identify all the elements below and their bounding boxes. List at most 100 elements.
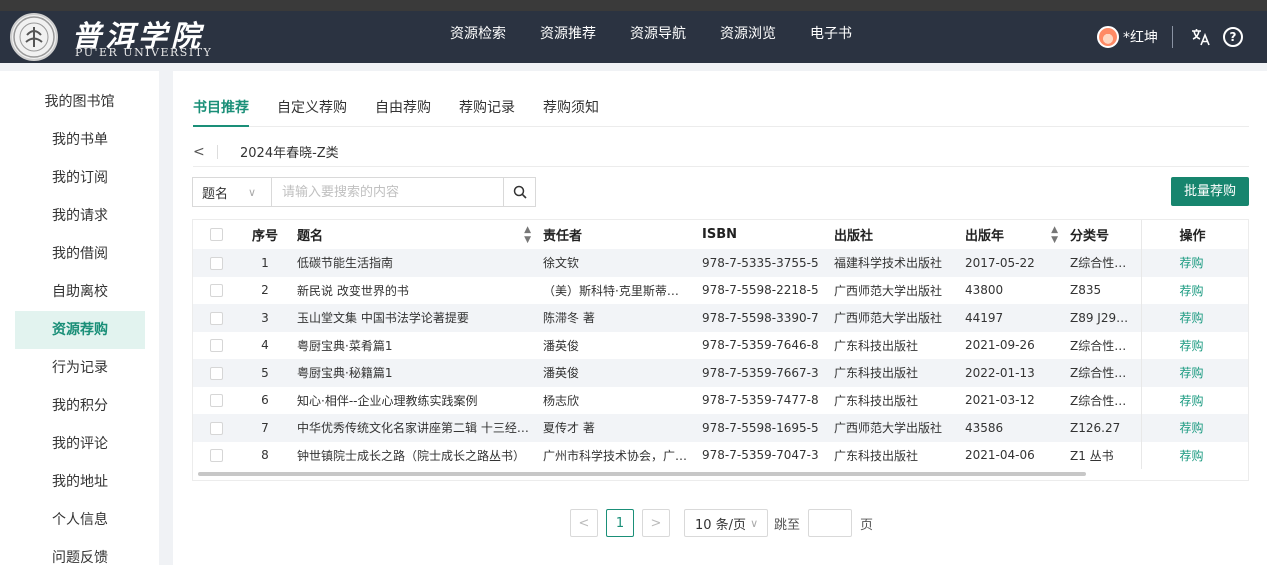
cell-action: 荐购 (1140, 249, 1248, 277)
sort-icon[interactable]: ▲ ▼ (524, 225, 531, 245)
sidebar-item-my-requests[interactable]: 我的请求 (15, 197, 145, 235)
col-header-title-label: 题名 (297, 228, 324, 244)
sidebar-item-resource-purchase[interactable]: 资源荐购 (15, 311, 145, 349)
cell-class: Z综合性图书 (1070, 393, 1139, 408)
table-row: 3 玉山堂文集 中国书法学论著提要 陈滞冬 著 978-7-5598-3390-7 广西… (193, 304, 1248, 332)
prev-page-button[interactable]: < (570, 509, 598, 537)
col-header-title[interactable]: 题名 ▲ ▼ (291, 220, 537, 249)
purchase-link[interactable]: 荐购 (1180, 366, 1204, 380)
table-row: 6 知心·相伴--企业心理教练实践案例 杨志欣 978-7-5359-7477-8 广东… (193, 386, 1248, 415)
purchase-link[interactable]: 荐购 (1180, 449, 1204, 463)
cell-isbn: 978-7-5598-2218-5 (702, 283, 819, 298)
page-button-current[interactable]: 1 (606, 509, 634, 537)
nav-resource-recommend[interactable]: 资源推荐 (540, 11, 596, 63)
translate-icon[interactable] (1191, 28, 1211, 46)
cell-title: 知心·相伴--企业心理教练实践案例 (297, 393, 478, 408)
sidebar-item-my-points[interactable]: 我的积分 (15, 387, 145, 425)
nav-ebook[interactable]: 电子书 (810, 11, 852, 63)
logo-subtitle: PU'ER UNIVERSITY (75, 46, 213, 59)
nav-resource-guide[interactable]: 资源导航 (630, 11, 686, 63)
row-checkbox[interactable] (193, 414, 239, 442)
row-checkbox[interactable] (193, 304, 239, 332)
col-header-year[interactable]: 出版年 ▲ ▼ (959, 220, 1064, 249)
row-checkbox[interactable] (193, 387, 239, 415)
row-checkbox[interactable] (193, 277, 239, 305)
sort-icon[interactable]: ▲ ▼ (1051, 225, 1058, 245)
cell-index: 8 (261, 448, 269, 463)
sidebar-item-my-borrowing[interactable]: 我的借阅 (15, 235, 145, 273)
batch-purchase-button[interactable]: 批量荐购 (1171, 177, 1249, 206)
top-header: 普洱学院 PU'ER UNIVERSITY 资源检索 资源推荐 资源导航 资源浏… (0, 11, 1267, 63)
chevron-down-icon: ∨ (248, 185, 257, 199)
purchase-link[interactable]: 荐购 (1180, 311, 1204, 325)
sidebar-item-personal-info[interactable]: 个人信息 (15, 501, 145, 539)
cell-title: 低碳节能生活指南 (297, 256, 394, 271)
cell-year: 44197 (965, 310, 1004, 325)
search-icon[interactable] (503, 178, 535, 206)
sidebar-item-my-address[interactable]: 我的地址 (15, 463, 145, 501)
sidebar-item-my-comments[interactable]: 我的评论 (15, 425, 145, 463)
search-input[interactable] (272, 178, 503, 206)
cell-publisher: 广东科技出版社 (834, 338, 919, 353)
sidebar-item-my-subscription[interactable]: 我的订阅 (15, 159, 145, 197)
purchase-link[interactable]: 荐购 (1180, 284, 1204, 298)
cell-year: 2021-04-06 (965, 448, 1035, 463)
tab-purchase-notice[interactable]: 荐购须知 (543, 97, 599, 127)
cell-isbn: 978-7-5359-7047-3 (702, 448, 819, 463)
cell-title: 钟世镇院士成长之路（院士成长之路丛书） (297, 448, 526, 463)
tab-custom-purchase[interactable]: 自定义荐购 (277, 97, 347, 127)
sidebar-item-feedback[interactable]: 问题反馈 (15, 539, 145, 565)
table-row: 7 中华优秀传统文化名家讲座第二辑 十三经… 夏传才 著 978-7-5598-169… (193, 414, 1248, 442)
horizontal-scrollbar[interactable] (198, 472, 1086, 476)
purchase-link[interactable]: 荐购 (1180, 339, 1204, 353)
sidebar-item-my-booklist[interactable]: 我的书单 (15, 121, 145, 159)
tab-free-purchase[interactable]: 自由荐购 (375, 97, 431, 127)
search-field-select[interactable]: 题名 ∨ (193, 178, 272, 206)
avatar[interactable] (1097, 26, 1119, 48)
user-area: *红坤 ? (1097, 11, 1247, 63)
main-nav: 资源检索 资源推荐 资源导航 资源浏览 电子书 (450, 11, 886, 63)
cell-class: Z综合性图书 (1070, 256, 1139, 271)
tab-bar: 书目推荐 自定义荐购 自由荐购 荐购记录 荐购须知 (193, 97, 1249, 127)
purchase-link[interactable]: 荐购 (1180, 256, 1204, 270)
table-body: 1 低碳节能生活指南 徐文钦 978-7-5335-3755-5 福建科学技术出版社 20… (193, 249, 1248, 470)
breadcrumb: < 2024年春晓-Z类 (193, 137, 1249, 167)
next-page-button[interactable]: > (642, 509, 670, 537)
row-checkbox[interactable] (193, 249, 239, 277)
sidebar-item-behavior-records[interactable]: 行为记录 (15, 349, 145, 387)
tab-purchase-records[interactable]: 荐购记录 (459, 97, 515, 127)
sidebar-item-my-library[interactable]: 我的图书馆 (0, 83, 159, 121)
select-all-checkbox[interactable] (193, 220, 239, 249)
purchase-link[interactable]: 荐购 (1180, 394, 1204, 408)
cell-year: 2017-05-22 (965, 255, 1035, 270)
help-icon[interactable]: ? (1223, 27, 1243, 47)
sidebar-item-self-checkout[interactable]: 自助离校 (15, 273, 145, 311)
tab-book-recommend[interactable]: 书目推荐 (193, 97, 249, 127)
cell-action: 荐购 (1140, 441, 1248, 469)
cell-index: 7 (261, 420, 269, 435)
cell-year: 2022-01-13 (965, 365, 1035, 380)
cell-title: 粤厨宝典·菜肴篇1 (297, 338, 393, 353)
page-size-select[interactable]: 10 条/页 ∨ (684, 509, 768, 537)
cell-isbn: 978-7-5359-7477-8 (702, 393, 819, 408)
cell-author: 夏传才 著 (543, 421, 595, 436)
cell-publisher: 广东科技出版社 (834, 366, 919, 381)
nav-resource-search[interactable]: 资源检索 (450, 11, 506, 63)
row-checkbox[interactable] (193, 442, 239, 470)
cell-isbn: 978-7-5359-7646-8 (702, 338, 819, 353)
window-top-strip (0, 0, 1267, 11)
back-arrow-icon[interactable]: < (193, 144, 217, 160)
cell-action: 荐购 (1140, 276, 1248, 304)
username[interactable]: *红坤 (1123, 27, 1158, 47)
row-checkbox[interactable] (193, 332, 239, 360)
cell-author: （美）斯科特·克里斯蒂安… (543, 283, 691, 298)
cell-index: 3 (261, 310, 269, 325)
purchase-link[interactable]: 荐购 (1180, 421, 1204, 435)
university-emblem-icon (10, 13, 58, 61)
nav-resource-browse[interactable]: 资源浏览 (720, 11, 776, 63)
row-checkbox[interactable] (193, 359, 239, 387)
table-header-row: 序号 题名 ▲ ▼ 责任者 ISBN 出版社 出版年 ▲ ▼ 分类号 操作 (193, 220, 1248, 249)
jump-page-input[interactable] (808, 509, 853, 537)
cell-author: 潘英俊 (543, 366, 580, 381)
cell-class: Z126.27 (1070, 420, 1121, 435)
